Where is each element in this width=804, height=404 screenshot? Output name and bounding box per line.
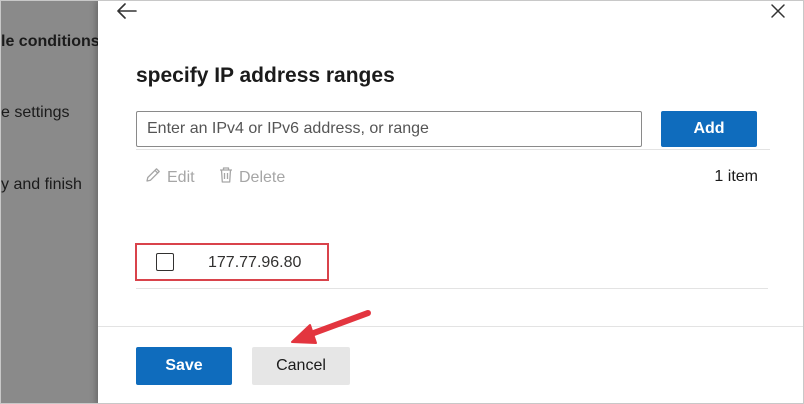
- back-arrow-icon[interactable]: [115, 1, 139, 23]
- panel-title: specify IP address ranges: [136, 64, 395, 87]
- delete-button[interactable]: Delete: [218, 166, 285, 189]
- ip-address-input[interactable]: [136, 111, 642, 147]
- delete-label: Delete: [239, 168, 286, 186]
- highlight-annotation: [135, 243, 329, 281]
- close-icon[interactable]: [766, 1, 790, 23]
- list-toolbar: Edit Delete 1 item: [136, 149, 770, 205]
- trash-icon: [218, 166, 234, 189]
- wizard-step-review[interactable]: y and finish: [1, 176, 82, 194]
- screenshot-frame: le conditions e settings y and finish sp…: [0, 0, 804, 404]
- cancel-button[interactable]: Cancel: [252, 347, 350, 385]
- wizard-step-settings[interactable]: e settings: [1, 104, 69, 122]
- edit-label: Edit: [167, 168, 195, 186]
- ip-ranges-panel: specify IP address ranges Add Edit Delet: [98, 1, 803, 403]
- add-button[interactable]: Add: [661, 111, 757, 147]
- wizard-background: le conditions e settings y and finish: [1, 1, 101, 403]
- edit-button[interactable]: Edit: [144, 166, 195, 189]
- pencil-icon: [144, 166, 162, 189]
- wizard-step-conditions[interactable]: le conditions: [1, 33, 100, 51]
- item-count: 1 item: [714, 168, 758, 185]
- save-button[interactable]: Save: [136, 347, 232, 385]
- footer-divider: [98, 326, 803, 327]
